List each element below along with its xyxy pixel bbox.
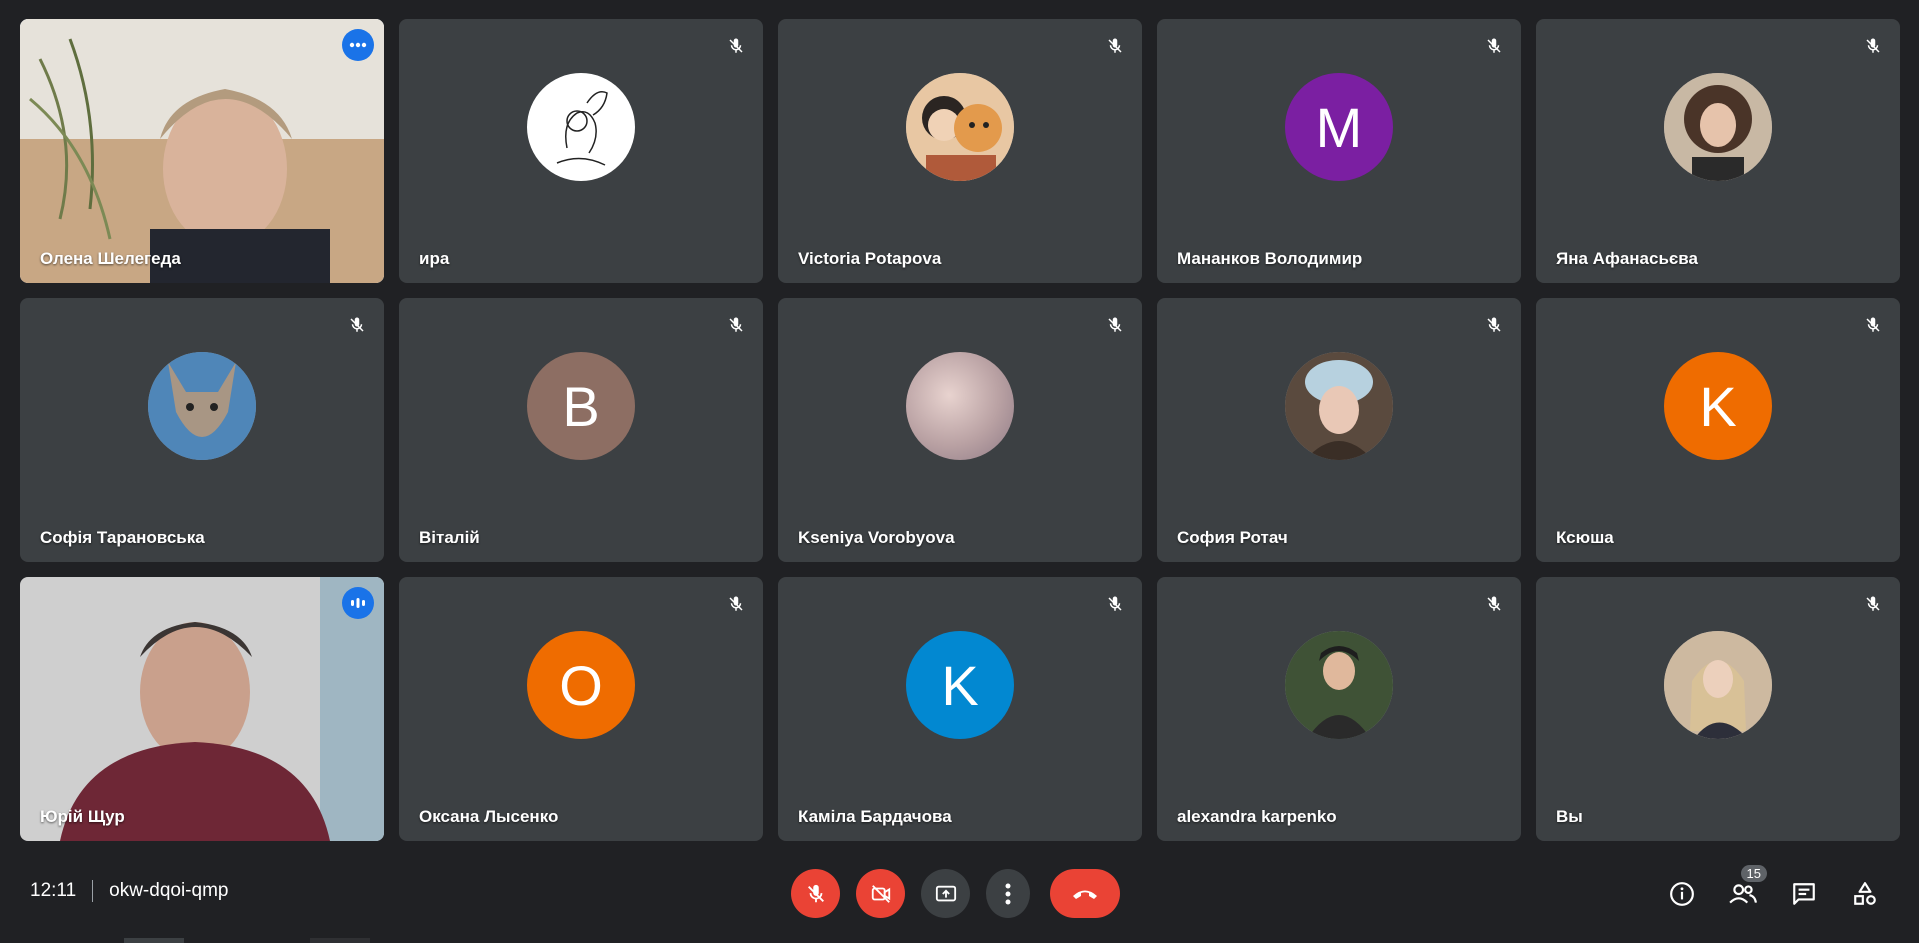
participant-tile[interactable]: Kseniya Vorobyova	[778, 298, 1142, 562]
avatar-photo	[1285, 631, 1393, 740]
participant-name: Віталій	[419, 528, 480, 547]
mic-off-icon	[1860, 591, 1886, 617]
side-panel-buttons: 15	[1645, 865, 1889, 918]
chat-button[interactable]	[1779, 869, 1828, 918]
divider	[92, 880, 94, 902]
participant-tile[interactable]: B Віталій	[399, 298, 763, 562]
participant-tile[interactable]: Софія Тарановська	[20, 298, 384, 562]
video-frame	[20, 577, 384, 841]
mic-toggle-button[interactable]	[791, 869, 840, 918]
camera-off-icon	[871, 884, 890, 903]
participant-name: Юрій Щур	[40, 807, 125, 826]
participant-tile[interactable]: Яна Афанасьєва	[1536, 19, 1900, 283]
meeting-time: 12:11	[30, 880, 77, 901]
present-screen-icon	[935, 885, 956, 901]
participant-tile[interactable]: O Оксана Лысенко	[399, 577, 763, 841]
avatar-letter: K	[1664, 352, 1772, 461]
avatar-photo	[1664, 73, 1772, 182]
avatar-photo	[1285, 352, 1393, 461]
people-button[interactable]: 15	[1718, 865, 1767, 918]
participant-tile[interactable]: M Мананков Володимир	[1157, 19, 1521, 283]
taskbar-item[interactable]	[310, 938, 370, 943]
mic-off-icon	[1481, 591, 1507, 617]
participant-name: Олена Шелегеда	[40, 249, 181, 268]
avatar-letter: O	[527, 631, 635, 740]
mic-off-icon	[723, 33, 749, 59]
avatar	[527, 73, 635, 182]
video-feed	[20, 19, 384, 283]
avatar	[148, 352, 256, 461]
participant-name: alexandra karpenko	[1177, 807, 1337, 826]
participant-name: София Ротач	[1177, 528, 1288, 547]
bottom-toolbar: 12:11 okw-dqoi-qmp 15	[0, 858, 1919, 938]
avatar-photo	[906, 73, 1014, 182]
mic-off-icon	[1860, 33, 1886, 59]
avatar	[906, 352, 1014, 461]
mic-off-icon	[807, 884, 824, 902]
avatar	[906, 73, 1014, 182]
participant-tile[interactable]: K Каміла Бардачова	[778, 577, 1142, 841]
participant-name: Яна Афанасьєва	[1556, 249, 1698, 268]
participant-name: Ксюша	[1556, 528, 1614, 547]
meeting-code[interactable]: okw-dqoi-qmp	[109, 880, 228, 902]
participant-tile[interactable]: alexandra karpenko	[1157, 577, 1521, 841]
avatar-photo	[148, 352, 256, 461]
call-controls	[791, 869, 1120, 918]
mic-off-icon	[344, 312, 370, 338]
info-icon	[1669, 881, 1694, 906]
mic-off-icon	[1102, 312, 1128, 338]
avatar	[1664, 73, 1772, 182]
participant-name: Оксана Лысенко	[419, 807, 559, 826]
participant-name: Каміла Бардачова	[798, 807, 952, 826]
avatar-letter: K	[906, 631, 1014, 740]
mic-off-icon	[723, 591, 749, 617]
more-options-button[interactable]	[986, 869, 1030, 918]
participant-name: Софія Тарановська	[40, 528, 205, 547]
participant-name: Мананков Володимир	[1177, 249, 1363, 268]
mic-off-icon	[1102, 591, 1128, 617]
participant-count-badge: 15	[1740, 865, 1767, 882]
participant-name: Kseniya Vorobyova	[798, 528, 955, 547]
avatar	[1664, 631, 1772, 740]
participant-tile[interactable]: Юрій Щур	[20, 577, 384, 841]
activities-icon	[1853, 881, 1876, 905]
participant-tile[interactable]: Victoria Potapova	[778, 19, 1142, 283]
activities-button[interactable]	[1840, 869, 1889, 918]
participant-name: Victoria Potapova	[798, 249, 942, 268]
chat-icon	[1792, 882, 1815, 905]
mic-off-icon	[1481, 312, 1507, 338]
participant-name: Вы	[1556, 807, 1583, 826]
participant-tile[interactable]: Вы	[1536, 577, 1900, 841]
more-options-icon[interactable]	[342, 29, 374, 61]
meeting-details: 12:11 okw-dqoi-qmp	[30, 858, 228, 924]
participant-tile[interactable]: София Ротач	[1157, 298, 1521, 562]
avatar-photo	[1664, 631, 1772, 740]
participant-tile[interactable]: K Ксюша	[1536, 298, 1900, 562]
speaking-indicator-icon	[342, 587, 374, 619]
mic-off-icon	[1860, 312, 1886, 338]
taskbar-strip	[0, 938, 1919, 943]
avatar-sketch	[556, 91, 608, 166]
participant-tile[interactable]: ира	[399, 19, 763, 283]
participant-grid: Олена Шелегеда ира Victoria Potapova M М…	[20, 19, 1900, 841]
end-call-button[interactable]	[1050, 869, 1120, 918]
present-button[interactable]	[921, 869, 970, 918]
mic-off-icon	[1481, 33, 1507, 59]
avatar-letter: M	[1285, 73, 1393, 182]
video-frame	[20, 19, 384, 283]
participant-tile[interactable]: Олена Шелегеда	[20, 19, 384, 283]
end-call-icon	[1073, 890, 1097, 899]
more-vert-icon	[1005, 883, 1011, 904]
taskbar-item[interactable]	[124, 938, 184, 943]
camera-toggle-button[interactable]	[856, 869, 905, 918]
video-feed	[20, 577, 384, 841]
participant-name: ира	[419, 249, 450, 268]
mic-off-icon	[1102, 33, 1128, 59]
info-button[interactable]	[1657, 869, 1706, 918]
avatar	[1285, 352, 1393, 461]
avatar-letter: B	[527, 352, 635, 461]
mic-off-icon	[723, 312, 749, 338]
people-icon	[1728, 883, 1757, 903]
avatar	[1285, 631, 1393, 740]
